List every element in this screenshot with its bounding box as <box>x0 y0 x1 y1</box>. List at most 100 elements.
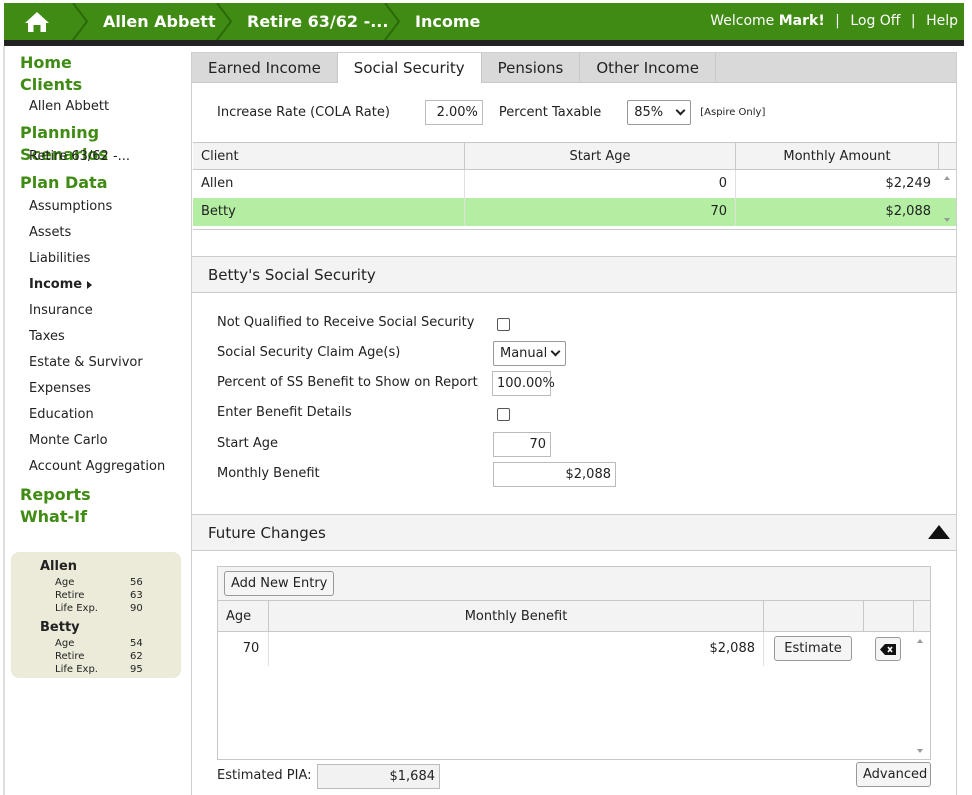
summary-value: 56 <box>130 577 143 588</box>
table-row[interactable]: Allen 0 $2,249 <box>193 170 956 198</box>
sidebar-item-assets[interactable]: Assets <box>20 220 185 246</box>
nav-plan-data[interactable]: Plan Data <box>20 172 185 194</box>
benefit-details-checkbox[interactable] <box>497 408 510 421</box>
nav-home[interactable]: Home <box>20 52 185 74</box>
grid-scrollbar[interactable] <box>939 170 956 229</box>
start-age-input[interactable]: 70 <box>493 432 551 457</box>
summary-label: Age <box>55 577 75 588</box>
advanced-button[interactable]: Advanced <box>856 762 931 787</box>
scroll-down-icon[interactable] <box>917 749 923 753</box>
cola-input[interactable]: 2.00% <box>424 99 483 125</box>
delete-icon[interactable] <box>875 637 901 661</box>
breadcrumb-scenario[interactable]: Retire 63/62 -... <box>247 3 388 40</box>
rate-row: Increase Rate (COLA Rate) 2.00% Percent … <box>217 98 765 126</box>
tab-other-income[interactable]: Other Income <box>580 53 716 83</box>
summary-label: Age <box>55 638 75 649</box>
collapse-icon[interactable] <box>928 525 950 539</box>
claim-age-label: Social Security Claim Age(s) <box>217 345 401 360</box>
nav-planning-scenarios[interactable]: Planning Scenarios <box>20 122 185 164</box>
estimate-button[interactable]: Estimate <box>774 636 852 661</box>
home-icon[interactable] <box>4 3 70 40</box>
nav-what-if[interactable]: What-If <box>20 506 185 528</box>
future-changes-grid: Add New Entry Age Monthly Benefit 70 $2,… <box>217 566 931 760</box>
sidebar-item-income[interactable]: Income <box>20 272 185 298</box>
summary-value: 95 <box>130 664 143 675</box>
nav-scenario[interactable]: Retire 63/62 -... <box>20 146 185 168</box>
top-bar: Allen Abbett Retire 63/62 -... Income We… <box>4 3 964 40</box>
tab-social-security[interactable]: Social Security <box>337 53 482 83</box>
cell-client: Allen <box>193 170 465 198</box>
nav-clients[interactable]: Clients <box>20 74 185 96</box>
column-header[interactable]: Start Age <box>465 143 736 169</box>
income-tabs: Earned Income Social Security Pensions O… <box>192 53 956 83</box>
summary-label: Life Exp. <box>55 603 98 614</box>
pia-input: $1,684 <box>317 764 440 789</box>
column-header[interactable]: Client <box>193 143 465 169</box>
cell-amount: $2,249 <box>885 176 932 191</box>
summary-value: 63 <box>130 590 143 601</box>
scroll-down-icon[interactable] <box>944 218 950 222</box>
future-grid-header: Age Monthly Benefit <box>218 601 930 632</box>
taxable-select[interactable]: 85% <box>627 99 692 125</box>
cell-amount: $2,088 <box>885 204 932 219</box>
cell-start-age: 0 <box>465 170 736 198</box>
breadcrumb-client[interactable]: Allen Abbett <box>103 3 216 40</box>
claim-age-select[interactable]: Manual <box>493 341 566 366</box>
sidebar-nav: Home Clients Allen Abbett Planning Scena… <box>20 52 185 528</box>
add-entry-button[interactable]: Add New Entry <box>224 571 335 596</box>
table-row[interactable]: 70 $2,088 Estimate <box>218 632 930 666</box>
pia-label: Estimated PIA: <box>217 768 312 783</box>
cell-start-age: 70 <box>465 198 736 226</box>
tab-earned-income[interactable]: Earned Income <box>192 53 338 83</box>
sidebar-item-insurance[interactable]: Insurance <box>20 298 185 324</box>
summary-label: Life Exp. <box>55 664 98 675</box>
future-scrollbar[interactable] <box>913 634 930 759</box>
breadcrumb-separator-icon <box>216 3 233 40</box>
cell-client: Betty <box>193 198 465 226</box>
client-grid: Client Start Age Monthly Amount Allen 0 … <box>193 142 956 230</box>
column-header[interactable]: Monthly Amount <box>736 143 939 169</box>
summary-value: 54 <box>130 638 143 649</box>
nav-reports[interactable]: Reports <box>20 484 185 506</box>
summary-label: Retire <box>55 651 85 662</box>
monthly-benefit-input[interactable]: $2,088 <box>493 462 616 487</box>
summary-label: Retire <box>55 590 85 601</box>
column-header-delete <box>864 601 914 631</box>
logoff-link[interactable]: Log Off <box>850 13 900 29</box>
start-age-label: Start Age <box>217 436 279 451</box>
sidebar-item-monte-carlo[interactable]: Monte Carlo <box>20 428 185 454</box>
sidebar-item-education[interactable]: Education <box>20 402 185 428</box>
scroll-up-icon[interactable] <box>917 639 923 643</box>
sidebar-item-assumptions[interactable]: Assumptions <box>20 194 185 220</box>
summary-value: 90 <box>130 603 143 614</box>
sidebar-item-expenses[interactable]: Expenses <box>20 376 185 402</box>
table-row-selected[interactable]: Betty 70 $2,088 <box>193 198 956 226</box>
sidebar-item-estate[interactable]: Estate & Survivor <box>20 350 185 376</box>
claim-age-value: Manual <box>500 346 548 361</box>
chevron-down-icon <box>550 346 561 357</box>
summary-name: Betty <box>40 620 80 635</box>
breadcrumb-separator-icon <box>384 3 401 40</box>
client-summary: Allen Age 56 Retire 63 Life Exp. 90 Betty A… <box>11 552 181 678</box>
column-header[interactable]: Age <box>218 601 269 631</box>
sidebar-item-taxes[interactable]: Taxes <box>20 324 185 350</box>
user-name: Mark! <box>778 13 825 29</box>
help-link[interactable]: Help <box>926 13 958 29</box>
taxable-value: 85% <box>634 104 664 120</box>
sidebar-item-liabilities[interactable]: Liabilities <box>20 246 185 272</box>
tab-pensions[interactable]: Pensions <box>482 53 581 83</box>
column-header[interactable]: Monthly Benefit <box>269 601 764 631</box>
cell-benefit: $2,088 <box>269 632 764 666</box>
future-toolbar: Add New Entry <box>218 567 930 601</box>
income-panel: Earned Income Social Security Pensions O… <box>191 52 957 795</box>
grid-header: Client Start Age Monthly Amount <box>193 143 956 170</box>
user-menu: Welcome Mark! | Log Off | Help <box>710 13 958 29</box>
sidebar-item-account-aggregation[interactable]: Account Aggregation <box>20 454 185 480</box>
aspire-note: [Aspire Only] <box>700 106 766 118</box>
percent-input[interactable]: 100.00% <box>492 371 555 396</box>
nav-client-name[interactable]: Allen Abbett <box>20 96 185 118</box>
column-header-estimate <box>764 601 864 631</box>
not-qualified-checkbox[interactable] <box>497 318 510 331</box>
estimate-cell: Estimate <box>764 632 864 666</box>
scroll-up-icon[interactable] <box>944 176 950 180</box>
